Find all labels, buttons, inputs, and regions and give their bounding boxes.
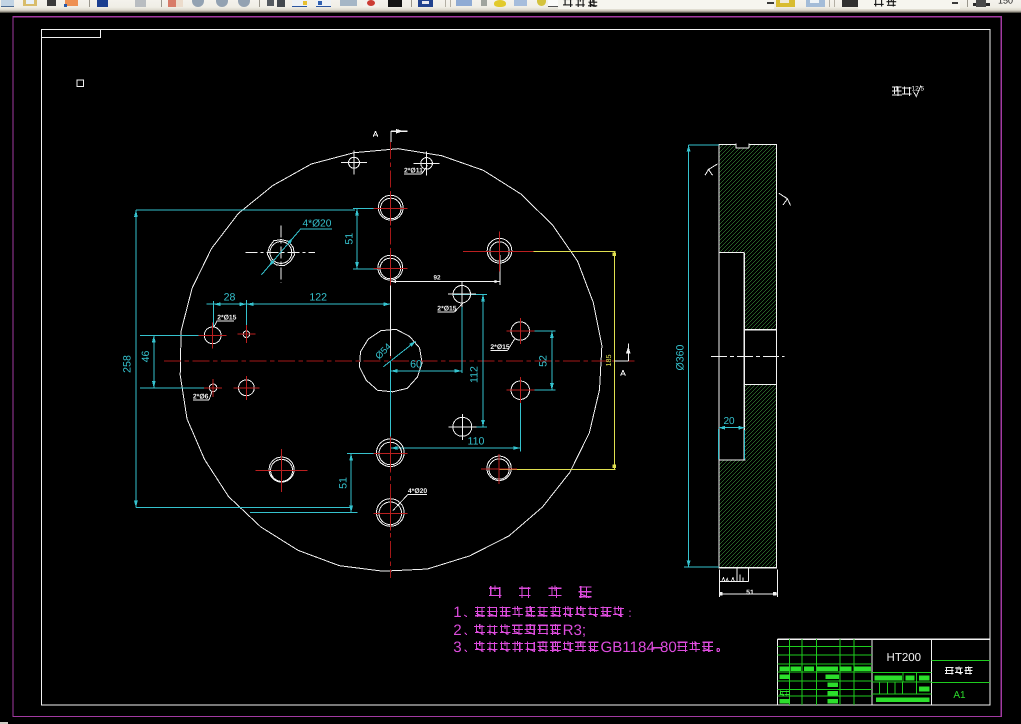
svg-text:51: 51 [344, 233, 356, 245]
svg-text:R3;: R3; [563, 622, 587, 639]
svg-text:112: 112 [469, 366, 481, 383]
svg-text:110: 110 [468, 435, 485, 447]
svg-text:4*Ø20: 4*Ø20 [303, 218, 332, 229]
svg-text:46: 46 [140, 351, 152, 363]
svg-text:2: 2 [453, 622, 461, 639]
svg-text:80: 80 [660, 639, 677, 656]
svg-text:GB1184: GB1184 [601, 639, 655, 656]
svg-text:Ø360: Ø360 [675, 344, 687, 370]
svg-text:258: 258 [122, 355, 134, 373]
svg-text:A1: A1 [953, 690, 966, 701]
svg-text:28: 28 [224, 291, 236, 303]
svg-text:150: 150 [998, 0, 1013, 6]
svg-text:52: 52 [538, 355, 550, 367]
svg-text:51: 51 [337, 477, 349, 489]
svg-text:122: 122 [309, 291, 327, 303]
svg-text:51: 51 [746, 590, 754, 597]
svg-text:185: 185 [604, 355, 613, 367]
svg-text:60: 60 [410, 359, 422, 371]
svg-text:3: 3 [453, 639, 461, 656]
svg-text:Ø54: Ø54 [373, 341, 394, 362]
svg-text:HT200: HT200 [887, 652, 922, 664]
svg-text:1: 1 [453, 604, 461, 621]
svg-text:20: 20 [723, 416, 735, 427]
svg-text:92: 92 [433, 275, 441, 282]
